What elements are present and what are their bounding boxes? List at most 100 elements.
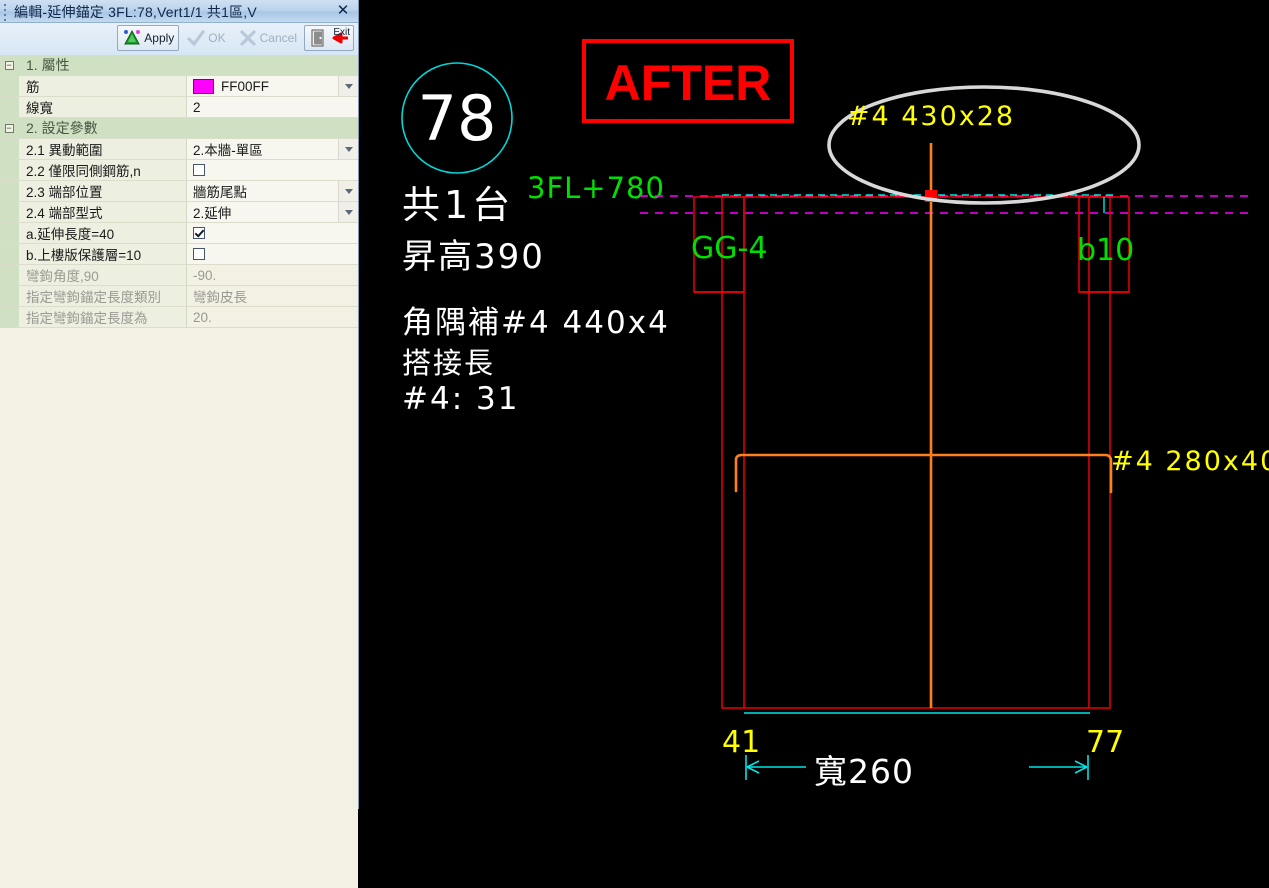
property-row-line-width[interactable]: 線寬 2 [0,97,358,118]
chevron-down-icon [344,188,353,194]
property-key: 2.3 端部位置 [19,181,187,201]
exit-label: Exit [333,27,350,38]
ok-button[interactable]: OK [181,25,230,51]
property-row-rebar-color[interactable]: 筋 FF00FF [0,76,358,97]
horizontal-rebar [734,453,1113,494]
property-value[interactable] [187,223,358,243]
cross-icon [238,28,258,48]
property-group-label: 1. 屬性 [19,55,358,75]
row-gutter [0,97,19,117]
chevron-down-icon [344,83,353,89]
dialog-titlebar: 編輯-延伸錨定 3FL:78,Vert1/1 共1區,V ✕ [0,0,358,23]
expander-cell[interactable]: − [0,55,19,75]
row-gutter [0,139,19,159]
grid-empty-area [0,328,358,888]
property-value[interactable]: 2.延伸 [187,202,358,222]
count-label: 共1台 [402,183,514,227]
property-group-label: 2. 設定參數 [19,118,358,138]
corner-supplement-label: 角隅補#4 440x4 [402,305,670,341]
cancel-label: Cancel [259,31,297,45]
property-row-end-position[interactable]: 2.3 端部位置 牆筋尾點 [0,181,358,202]
property-key: 2.4 端部型式 [19,202,187,222]
property-row-hook-anchor-type: 指定彎鉤錨定長度類別 彎鉤皮長 [0,286,358,307]
exit-button[interactable]: Exit [304,25,354,51]
property-value-text: 2.延伸 [193,206,232,221]
property-value[interactable]: 2 [187,97,358,117]
lap-length-title: 搭接長 [402,346,495,380]
property-key: 彎鉤角度,90 [19,265,187,285]
row-gutter [0,244,19,264]
after-stamp-label: AFTER [605,55,772,111]
row-gutter [0,286,19,306]
edit-anchor-dialog: 編輯-延伸錨定 3FL:78,Vert1/1 共1區,V ✕ Apply OK … [0,0,359,888]
property-group-header[interactable]: − 1. 屬性 [0,55,358,76]
property-value[interactable] [187,244,358,264]
property-row-end-type[interactable]: 2.4 端部型式 2.延伸 [0,202,358,223]
check-icon [186,28,206,48]
property-key: 指定彎鉤錨定長度類別 [19,286,187,306]
cad-drawing-area[interactable]: 78 共1台 昇高390 角隅補#4 440x4 搭接長 #4: 31 AFTE… [359,0,1269,809]
property-row-upper-slab-cover[interactable]: b.上樓版保護層=10 [0,244,358,265]
property-value: 20. [187,307,358,327]
property-row-hook-angle: 彎鉤角度,90 -90. [0,265,358,286]
dialog-title: 編輯-延伸錨定 3FL:78,Vert1/1 共1區,V [14,4,257,20]
dimension-arrow-right [1029,755,1089,780]
ok-label: OK [208,31,226,45]
checkbox-extend-length[interactable] [193,227,205,239]
checkbox-upper-slab-cover[interactable] [193,248,205,260]
wall-outline [721,196,1111,709]
apply-label: Apply [144,31,175,45]
property-value[interactable]: FF00FF [187,76,358,96]
property-value: 彎鉤皮長 [187,286,358,306]
property-value[interactable]: 牆筋尾點 [187,181,358,201]
left-member-label: GG-4 [691,231,767,266]
badge-number: 78 [418,82,497,155]
property-value-text: 2.本牆-單區 [193,143,263,158]
property-row-same-side-only[interactable]: 2.2 僅限同側鋼筋,n [0,160,358,181]
row-gutter [0,307,19,327]
collapse-icon[interactable]: − [4,123,14,133]
property-key: 筋 [19,76,187,96]
dim-right-value: 77 [1086,725,1124,760]
chevron-down-icon [344,146,353,152]
dim-left-value: 41 [722,725,760,760]
dropdown-button[interactable] [338,202,358,222]
lap-length-value: #4: 31 [402,381,519,417]
row-gutter [0,265,19,285]
property-row-change-scope[interactable]: 2.1 異動範圍 2.本牆-單區 [0,139,358,160]
property-group-header[interactable]: − 2. 設定參數 [0,118,358,139]
property-key: 2.2 僅限同側鋼筋,n [19,160,187,180]
property-key: a.延伸長度=40 [19,223,187,243]
property-value-text: 牆筋尾點 [193,185,247,200]
collapse-icon[interactable]: − [4,60,14,70]
color-hex: FF00FF [221,78,270,94]
top-rebar-label: #4 430x28 [847,101,1015,132]
close-icon[interactable]: ✕ [334,2,352,20]
right-member-label: b10 [1077,233,1134,268]
apply-button[interactable]: Apply [117,25,180,51]
dialog-toolbar: Apply OK Cancel Exit [0,23,358,56]
row-gutter [0,181,19,201]
width-dimension-label: 寬260 [814,752,914,791]
property-value[interactable] [187,160,358,180]
checkbox-same-side-only[interactable] [193,164,205,176]
level-label: 3FL+780 [527,171,665,205]
property-key: 指定彎鉤錨定長度為 [19,307,187,327]
app-root: 編輯-延伸錨定 3FL:78,Vert1/1 共1區,V ✕ Apply OK … [0,0,1269,888]
cancel-button[interactable]: Cancel [233,25,302,51]
drag-grip-icon [4,4,7,21]
property-row-extend-length[interactable]: a.延伸長度=40 [0,223,358,244]
dropdown-button[interactable] [338,76,358,96]
dropdown-button[interactable] [338,139,358,159]
expander-cell[interactable]: − [0,118,19,138]
row-gutter [0,202,19,222]
property-value[interactable]: 2.本牆-單區 [187,139,358,159]
color-swatch[interactable] [193,78,214,94]
property-grid: − 1. 屬性 筋 FF00FF 線寬 2 − 2. 設定參數 2.1 異動範圍… [0,55,358,888]
property-value: -90. [187,265,358,285]
bottom-rebar-label: #4 280x40 [1111,446,1269,477]
dropdown-button[interactable] [338,181,358,201]
apply-icon [122,28,142,48]
rise-label: 昇高390 [402,237,545,277]
property-row-hook-anchor-length: 指定彎鉤錨定長度為 20. [0,307,358,328]
